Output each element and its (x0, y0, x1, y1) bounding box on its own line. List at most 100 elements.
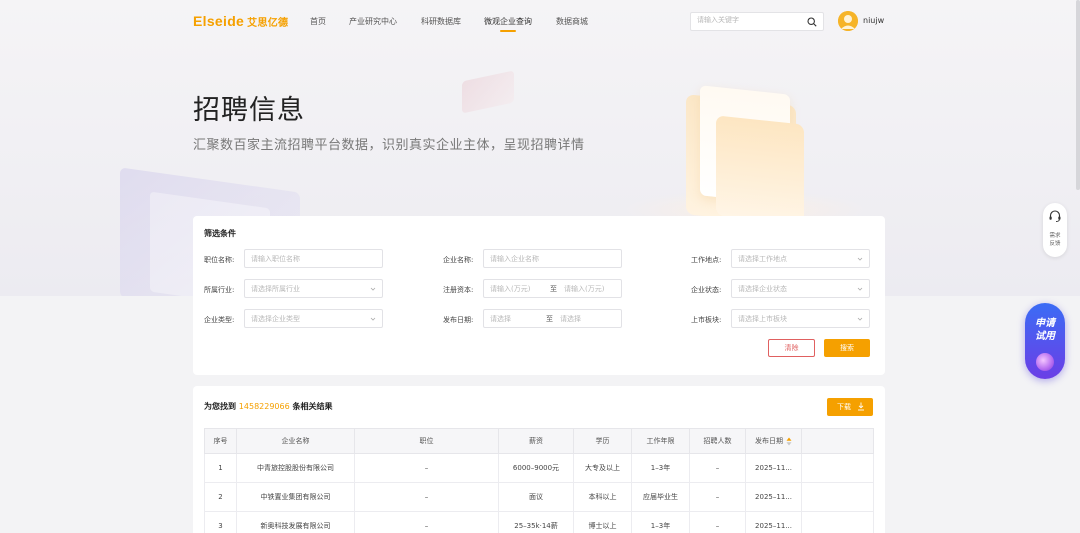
industry-label: 所属行业: (204, 286, 235, 294)
work-location-placeholder: 请选择工作地点 (738, 255, 787, 263)
column-header-company: 企业名称 (236, 428, 355, 454)
publish-date-range[interactable]: 请选择 至 请选择 (483, 309, 622, 328)
cell-company[interactable]: 中青旅控股股份有限公司 (236, 453, 355, 483)
company-name-label: 企业名称: (443, 256, 474, 264)
date-range-separator: 至 (546, 315, 553, 323)
cell-salary: 25–35k·14薪 (498, 511, 574, 533)
column-header-position: 职位 (354, 428, 499, 454)
date-from-placeholder: 请选择 (490, 315, 511, 323)
cell-no: 3 (204, 511, 237, 533)
apply-trial-button[interactable]: 申请 试用 (1025, 303, 1065, 379)
cell-experience: 应届毕业生 (631, 482, 690, 512)
job-name-placeholder: 请输入职位名称 (251, 255, 300, 263)
results-summary: 为您找到 1458229066 条相关结果 (204, 401, 333, 412)
registered-capital-label: 注册资本: (443, 286, 474, 294)
username[interactable]: niujw (863, 16, 884, 25)
download-label: 下载 (837, 403, 851, 411)
logo-cn-text: 艾思亿德 (247, 18, 289, 29)
column-header-no: 序号 (204, 428, 237, 454)
cell-headcount: – (689, 482, 746, 512)
capital-to-placeholder: 请输入(万元) (564, 285, 605, 293)
brand-logo[interactable]: Elseide 艾思亿德 (193, 13, 288, 29)
cell-position: – (354, 511, 499, 533)
chevron-down-icon (370, 287, 376, 291)
cell-date: 2025–11... (745, 482, 802, 512)
global-search (690, 12, 824, 31)
results-count: 1458229066 (238, 402, 290, 411)
download-button[interactable]: 下载 (827, 398, 873, 416)
nav-item-home[interactable]: 首页 (310, 16, 326, 27)
nav-item-data-mall[interactable]: 数据商城 (556, 16, 588, 27)
company-status-label: 企业状态: (691, 286, 722, 294)
avatar[interactable] (838, 11, 858, 31)
cell-experience: 1–3年 (631, 511, 690, 533)
cell-position: – (354, 482, 499, 512)
cell-date: 2025–11... (745, 511, 802, 533)
company-type-placeholder: 请选择企业类型 (251, 315, 300, 323)
column-header-headcount: 招聘人数 (689, 428, 746, 454)
top-navigation: Elseide 艾思亿德 首页 产业研究中心 科研数据库 微观企业查询 数据商城 … (0, 0, 1080, 44)
search-icon[interactable] (807, 17, 817, 27)
industry-select[interactable]: 请选择所属行业 (244, 279, 383, 298)
company-type-select[interactable]: 请选择企业类型 (244, 309, 383, 328)
cell-company[interactable]: 中铁置业集团有限公司 (236, 482, 355, 512)
listing-board-label: 上市板块: (691, 316, 722, 324)
work-location-select[interactable]: 请选择工作地点 (731, 249, 870, 268)
cell-actions (801, 511, 874, 533)
work-location-label: 工作地点: (691, 256, 722, 264)
decorative-card (462, 70, 514, 114)
search-button[interactable]: 搜索 (824, 339, 870, 357)
column-header-salary: 薪资 (498, 428, 574, 454)
feedback-label: 需求 反馈 (1043, 232, 1067, 248)
industry-placeholder: 请选择所属行业 (251, 285, 300, 293)
company-status-select[interactable]: 请选择企业状态 (731, 279, 870, 298)
chevron-down-icon (857, 287, 863, 291)
cell-company[interactable]: 新奥科技发展有限公司 (236, 511, 355, 533)
table-header-row: 序号 企业名称 职位 薪资 学历 工作年限 招聘人数 发布日期 (204, 428, 874, 454)
column-header-publish-date[interactable]: 发布日期 (745, 428, 802, 454)
page-subtitle: 汇聚数百家主流招聘平台数据，识别真实企业主体，呈现招聘详情 (193, 138, 585, 153)
results-panel: 为您找到 1458229066 条相关结果 下载 序号 企业名称 职位 薪资 学… (193, 386, 885, 533)
filter-title: 筛选条件 (204, 229, 236, 238)
trial-line1: 申请 (1035, 318, 1055, 329)
nav-item-research-database[interactable]: 科研数据库 (421, 16, 461, 27)
listing-board-placeholder: 请选择上市板块 (738, 315, 787, 323)
cell-no: 2 (204, 482, 237, 512)
listing-board-select[interactable]: 请选择上市板块 (731, 309, 870, 328)
cell-salary: 面议 (498, 482, 574, 512)
user-avatar-icon (838, 11, 858, 31)
cell-headcount: – (689, 511, 746, 533)
cell-experience: 1–3年 (631, 453, 690, 483)
column-header-experience: 工作年限 (631, 428, 690, 454)
results-prefix: 为您找到 (204, 402, 236, 411)
cell-salary: 6000–9000元 (498, 453, 574, 483)
logo-text: Elseide (193, 13, 245, 29)
company-name-input[interactable]: 请输入企业名称 (483, 249, 622, 268)
column-header-actions (801, 428, 874, 454)
capital-from-placeholder: 请输入(万元) (490, 285, 531, 293)
company-name-placeholder: 请输入企业名称 (490, 255, 539, 263)
registered-capital-range[interactable]: 请输入(万元) 至 请输入(万元) (483, 279, 622, 298)
column-header-education: 学历 (573, 428, 632, 454)
decorative-folder-illustration (686, 85, 804, 226)
chevron-down-icon (857, 317, 863, 321)
table-row[interactable]: 1 中青旅控股股份有限公司 – 6000–9000元 大专及以上 1–3年 – … (204, 453, 874, 483)
page-scrollbar[interactable] (1076, 0, 1080, 190)
feedback-widget[interactable]: 需求 反馈 (1043, 203, 1067, 257)
nav-item-industry-research[interactable]: 产业研究中心 (349, 16, 397, 27)
company-type-label: 企业类型: (204, 316, 235, 324)
table-row[interactable]: 2 中铁置业集团有限公司 – 面议 本科以上 应届毕业生 – 2025–11..… (204, 482, 874, 512)
search-input[interactable] (697, 16, 797, 24)
chevron-down-icon (370, 317, 376, 321)
trial-line2: 试用 (1035, 331, 1055, 342)
table-row[interactable]: 3 新奥科技发展有限公司 – 25–35k·14薪 博士以上 1–3年 – 20… (204, 511, 874, 533)
feedback-line2: 反馈 (1049, 241, 1061, 247)
date-to-placeholder: 请选择 (560, 315, 581, 323)
job-name-input[interactable]: 请输入职位名称 (244, 249, 383, 268)
job-name-label: 职位名称: (204, 256, 235, 264)
nav-item-company-query[interactable]: 微观企业查询 (484, 16, 532, 27)
cell-no: 1 (204, 453, 237, 483)
page-title: 招聘信息 (193, 95, 305, 126)
clear-button[interactable]: 清除 (768, 339, 815, 357)
sort-icon[interactable] (786, 437, 792, 446)
